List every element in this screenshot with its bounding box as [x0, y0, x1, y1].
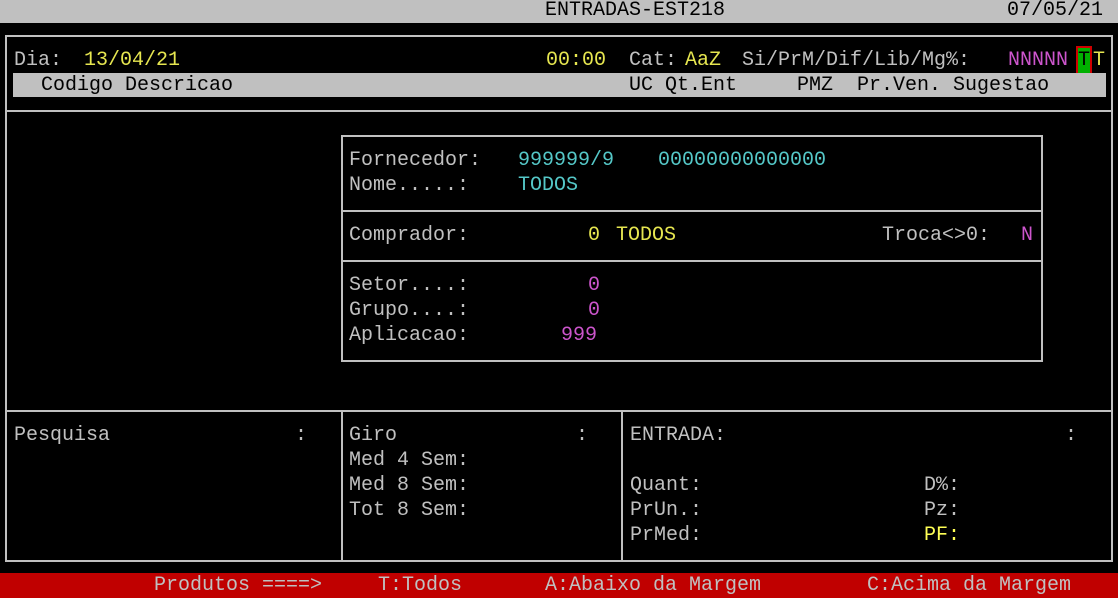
setor-value[interactable]: 0 — [588, 273, 600, 298]
entrada-label: ENTRADA: — [630, 424, 727, 447]
nome-value: TODOS — [518, 174, 579, 197]
footer-bar: Produtos ====> T:Todos A:Abaixo da Marge… — [0, 573, 1118, 598]
fornecedor-cnpj: 00000000000000 — [658, 149, 827, 172]
prmed-label: PrMed: — [630, 524, 703, 547]
column-header-right: UC Qt.Ent PMZ Pr.Ven. Sugestao — [629, 74, 1050, 97]
footer-produtos: Produtos ====> — [154, 574, 323, 597]
aplicacao-value[interactable]: 999 — [561, 323, 597, 348]
troca-label: Troca<>0: — [882, 224, 991, 247]
time-value: 00:00 — [546, 49, 607, 72]
dpct-label: D%: — [924, 474, 961, 497]
dia-value[interactable]: 13/04/21 — [84, 48, 180, 73]
giro-label: Giro — [349, 424, 398, 447]
prun-label: PrUn.: — [630, 499, 703, 522]
flag-cursor[interactable]: T — [1075, 46, 1093, 75]
comprador-value: TODOS — [616, 224, 677, 247]
pesquisa-label: Pesquisa — [14, 424, 111, 447]
comprador-label: Comprador: — [349, 224, 470, 247]
comprador-code[interactable]: 0 — [588, 223, 600, 248]
text-cursor: T — [1075, 46, 1093, 75]
dia-label: Dia: — [14, 49, 63, 72]
pesquisa-colon[interactable]: : — [295, 423, 307, 448]
fornecedor-code[interactable]: 999999/9 — [518, 148, 614, 173]
window-date: 07/05/21 — [1007, 0, 1104, 22]
quant-label: Quant: — [630, 474, 703, 497]
giro-colon: : — [576, 424, 589, 447]
nome-label: Nome.....: — [349, 174, 470, 197]
bottom-divider-1 — [341, 410, 343, 562]
grupo-value[interactable]: 0 — [588, 298, 600, 323]
footer-acima-option[interactable]: C:Acima da Margem — [867, 573, 1071, 598]
cat-label: Cat: — [629, 49, 678, 72]
pz-label: Pz: — [924, 499, 961, 522]
med8-label: Med 8 Sem: — [349, 474, 470, 497]
entrada-colon: : — [1065, 424, 1078, 447]
window-title: ENTRADAS-EST218 — [545, 0, 726, 22]
med4-label: Med 4 Sem: — [349, 449, 470, 472]
flags-label: Si/PrM/Dif/Lib/Mg%: — [742, 49, 971, 72]
aplicacao-label: Aplicacao: — [349, 324, 470, 347]
fornecedor-label: Fornecedor: — [349, 149, 482, 172]
filter-divider-2 — [341, 260, 1043, 262]
tot8-label: Tot 8 Sem: — [349, 499, 470, 522]
troca-value[interactable]: N — [1021, 223, 1033, 248]
setor-label: Setor....: — [349, 274, 470, 297]
footer-todos-option[interactable]: T:Todos — [378, 573, 462, 598]
flag-last: T — [1093, 49, 1106, 72]
cat-value[interactable]: AaZ — [685, 48, 721, 73]
column-header-left: Codigo Descricao — [41, 74, 234, 97]
flags-values[interactable]: NNNNN — [1008, 48, 1068, 73]
footer-abaixo-option[interactable]: A:Abaixo da Margem — [545, 573, 761, 598]
pf-label: PF: — [924, 524, 961, 547]
grupo-label: Grupo....: — [349, 299, 470, 322]
title-bar: ENTRADAS-EST218 07/05/21 — [0, 0, 1118, 23]
column-header-bar: Codigo Descricao UC Qt.Ent PMZ Pr.Ven. S… — [13, 73, 1106, 97]
filter-divider-1 — [341, 210, 1043, 212]
bottom-divider-2 — [621, 410, 623, 562]
